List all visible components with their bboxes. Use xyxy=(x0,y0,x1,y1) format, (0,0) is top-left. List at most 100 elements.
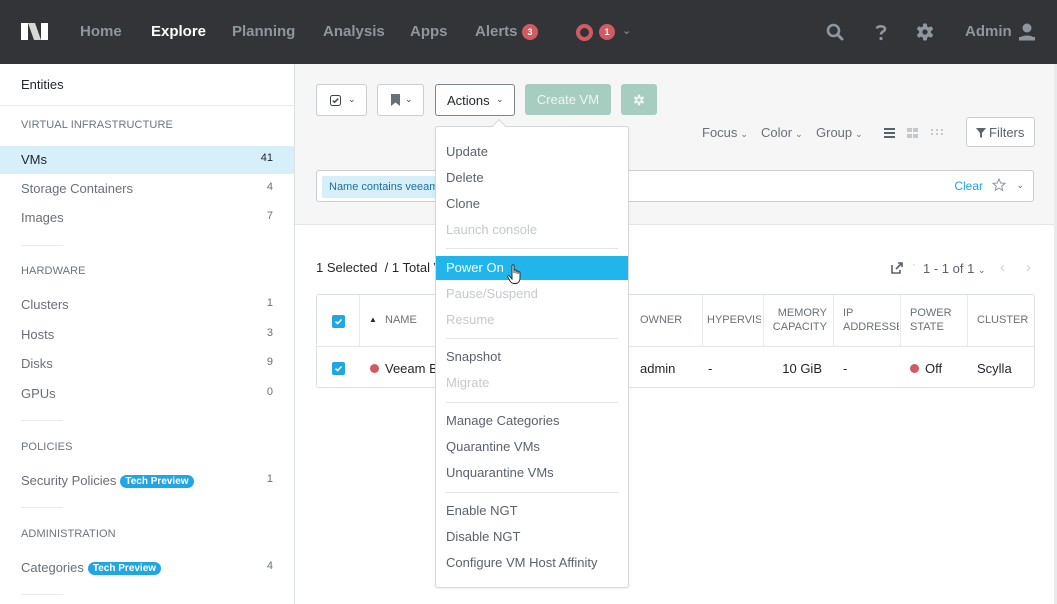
sidebar-item-label: Clusters xyxy=(21,297,69,312)
search-icon[interactable] xyxy=(825,22,845,42)
menu-item-update[interactable]: Update xyxy=(436,140,628,164)
star-icon[interactable] xyxy=(992,178,1006,192)
top-navigation-bar: Home Explore Planning Analysis Apps Aler… xyxy=(0,0,1057,64)
chevron-down-icon[interactable]: ⌄ xyxy=(1016,180,1024,191)
sidebar-item-vms[interactable]: VMs 41 xyxy=(0,146,294,174)
sidebar-item-text: Categories xyxy=(21,560,84,575)
group-label: Group xyxy=(816,125,853,140)
health-status-icon[interactable] xyxy=(576,24,593,41)
nutanix-logo-icon[interactable] xyxy=(21,23,48,40)
nav-alerts[interactable]: Alerts xyxy=(475,23,518,40)
focus-dropdown[interactable]: Focus ⌄ xyxy=(702,125,748,140)
sidebar-item-storage-containers[interactable]: Storage Containers 4 xyxy=(0,175,294,203)
section-header-administration: ADMINISTRATION xyxy=(21,528,116,540)
nav-explore[interactable]: Explore xyxy=(151,23,206,40)
sidebar-item-count: 1 xyxy=(266,473,273,485)
sidebar-item-security-policies[interactable]: Security Policies Tech Preview 1 xyxy=(0,467,294,495)
sort-ascending-icon[interactable]: ▲ xyxy=(369,313,377,327)
menu-item-enable-ngt[interactable]: Enable NGT xyxy=(436,499,628,523)
chevron-down-icon[interactable]: ⌄ xyxy=(622,24,631,37)
menu-item-unquarantine-vms[interactable]: Unquarantine VMs xyxy=(436,461,628,485)
sidebar-item-hosts[interactable]: Hosts 3 xyxy=(0,321,294,349)
group-dropdown[interactable]: Group ⌄ xyxy=(816,125,863,140)
actions-dropdown-button[interactable]: Actions ⌄ xyxy=(435,84,515,116)
gear-icon xyxy=(633,94,645,106)
sidebar-item-gpus[interactable]: GPUs 0 xyxy=(0,380,294,408)
menu-item-power-on[interactable]: Power On xyxy=(436,256,628,280)
table-settings-button[interactable] xyxy=(621,84,657,115)
column-header-memory-capacity[interactable]: MEMORY CAPACITY xyxy=(767,306,827,334)
cell-ip: - xyxy=(843,361,848,376)
menu-item-configure-vm-host-affinity[interactable]: Configure VM Host Affinity xyxy=(436,551,628,575)
nav-home[interactable]: Home xyxy=(80,23,122,40)
settings-gear-icon[interactable] xyxy=(915,22,935,42)
power-status-dot xyxy=(370,364,379,373)
sidebar-item-label: Storage Containers xyxy=(21,181,134,196)
create-vm-button[interactable]: Create VM xyxy=(525,84,611,115)
pagination-range: 1 - 1 of 1 xyxy=(923,261,975,276)
column-header-owner[interactable]: OWNER xyxy=(640,313,682,327)
menu-item-snapshot[interactable]: Snapshot xyxy=(436,345,628,369)
column-divider xyxy=(702,295,703,346)
nav-apps[interactable]: Apps xyxy=(410,23,448,40)
column-divider xyxy=(900,295,901,346)
filters-button[interactable]: Filters xyxy=(966,117,1035,147)
list-view-icon[interactable] xyxy=(884,127,896,139)
chevron-down-icon: ⌄ xyxy=(348,94,356,104)
vm-name-link[interactable]: Veeam B xyxy=(370,361,438,376)
column-header-power-state[interactable]: POWER STATE xyxy=(910,306,952,334)
filter-chip[interactable]: Name contains veeam xyxy=(322,176,446,198)
cell-cluster: Scylla xyxy=(977,361,1012,376)
tech-preview-badge: Tech Preview xyxy=(120,475,194,488)
sidebar-item-categories[interactable]: Categories Tech Preview 4 xyxy=(0,554,294,582)
color-dropdown[interactable]: Color ⌄ xyxy=(761,125,803,140)
chevron-down-icon: ⌄ xyxy=(855,129,863,139)
cell-memory: 10 GiB xyxy=(782,361,822,376)
sidebar-item-disks[interactable]: Disks 9 xyxy=(0,350,294,378)
sidebar-item-label: VMs xyxy=(21,152,47,167)
menu-item-clone[interactable]: Clone xyxy=(436,192,628,216)
next-page-button[interactable]: › xyxy=(1026,259,1031,276)
sidebar-item-count: 4 xyxy=(266,560,273,572)
menu-item-quarantine-vms[interactable]: Quarantine VMs xyxy=(436,435,628,459)
saved-views-dropdown-button[interactable]: ⌄ xyxy=(377,84,424,116)
pagination-range-dropdown[interactable]: 1 - 1 of 1 ⌄ xyxy=(923,261,985,276)
user-avatar-icon[interactable] xyxy=(1017,22,1037,42)
menu-divider xyxy=(446,402,618,403)
chevron-down-icon: ⌄ xyxy=(740,129,748,139)
sidebar-item-label: Hosts xyxy=(21,327,55,342)
menu-item-delete[interactable]: Delete xyxy=(436,166,628,190)
tile-view-icon[interactable] xyxy=(931,127,943,139)
export-icon[interactable] xyxy=(891,262,903,274)
divider xyxy=(21,594,63,595)
previous-page-button[interactable]: ‹ xyxy=(1000,259,1005,276)
menu-item-manage-categories[interactable]: Manage Categories xyxy=(436,409,628,433)
sidebar-item-count: 1 xyxy=(266,297,273,309)
clear-filters-link[interactable]: Clear xyxy=(954,179,983,193)
nav-planning[interactable]: Planning xyxy=(232,23,295,40)
column-header-name[interactable]: NAME xyxy=(385,313,417,327)
user-menu-label[interactable]: Admin xyxy=(965,23,1012,40)
menu-item-disable-ngt[interactable]: Disable NGT xyxy=(436,525,628,549)
nav-analysis[interactable]: Analysis xyxy=(323,23,385,40)
help-icon[interactable] xyxy=(871,22,891,42)
hand-pointer-cursor-icon xyxy=(507,264,521,284)
select-all-checkbox[interactable] xyxy=(332,315,345,328)
sidebar-item-label: Categories Tech Preview xyxy=(21,560,162,575)
header-line: POWER xyxy=(910,307,952,319)
column-header-hypervisor[interactable]: HYPERVISO xyxy=(707,313,761,327)
results-area xyxy=(295,226,1057,604)
separator-dot: · xyxy=(912,259,916,271)
select-all-dropdown-button[interactable]: ⌄ xyxy=(316,84,367,116)
column-header-cluster[interactable]: CLUSTER xyxy=(977,313,1028,327)
sidebar-item-count: 0 xyxy=(266,386,273,398)
header-line: IP xyxy=(843,307,854,319)
sidebar-title: Entities xyxy=(21,77,64,92)
column-header-ip-addresses[interactable]: IP ADDRESSES xyxy=(843,306,899,334)
sidebar-item-images[interactable]: Images 7 xyxy=(0,204,294,232)
entities-sidebar: Entities VIRTUAL INFRASTRUCTURE VMs 41 S… xyxy=(0,64,295,604)
grid-view-icon[interactable] xyxy=(907,127,919,139)
sidebar-item-clusters[interactable]: Clusters 1 xyxy=(0,291,294,319)
filter-search-bar[interactable]: Name contains veeam Clear ⌄ xyxy=(316,170,1034,202)
row-checkbox[interactable] xyxy=(332,362,345,375)
